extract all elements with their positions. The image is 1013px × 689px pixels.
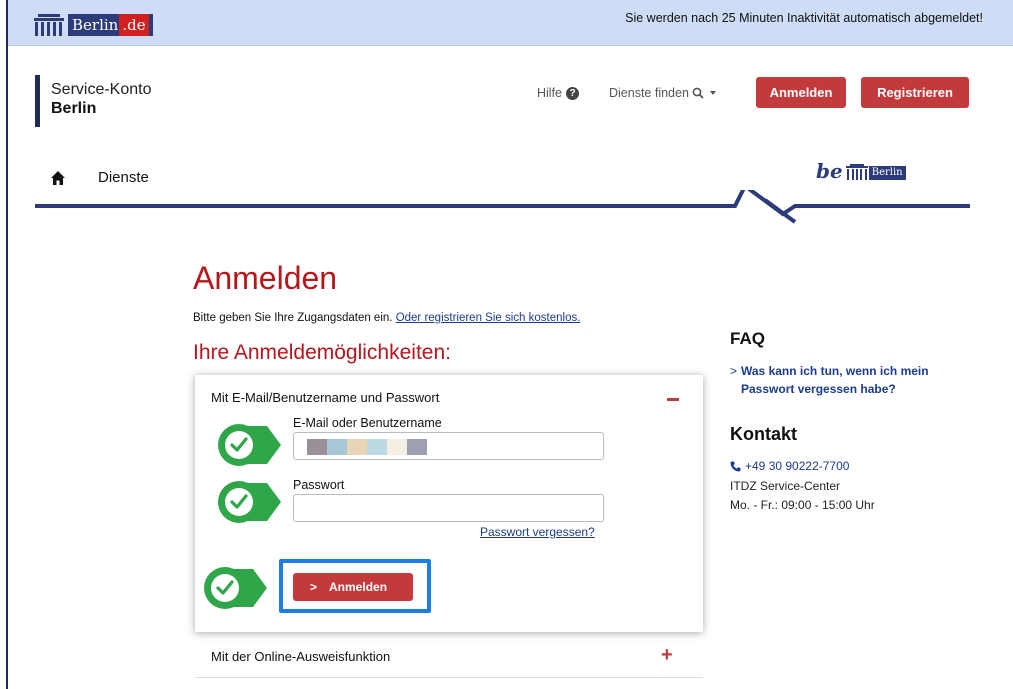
brandenburg-gate-icon — [34, 14, 64, 36]
check-callout-icon — [218, 481, 281, 523]
password-input[interactable] — [293, 494, 604, 522]
be-logo-text: be — [816, 159, 843, 183]
masked-char-block — [327, 439, 347, 455]
phone-icon — [730, 461, 741, 471]
nav-services[interactable]: Dienste — [98, 169, 149, 186]
faq-heading: FAQ — [730, 329, 765, 348]
ausweis-label: Mit der Online-Ausweisfunktion — [211, 649, 391, 664]
panel-title[interactable]: Mit E-Mail/Benutzername und Passwort — [211, 390, 439, 405]
brandenburg-gate-icon — [845, 164, 868, 180]
chevron-down-icon — [709, 91, 716, 95]
password-label: Passwort — [293, 478, 345, 492]
page-title: Anmelden — [193, 260, 338, 296]
frame-border — [6, 0, 8, 689]
top-bar: Berlin .de Sie werden nach 25 Minuten Ina… — [8, 0, 1013, 46]
be-logo-box: Berlin — [868, 166, 906, 180]
username-input[interactable] — [293, 432, 604, 460]
help-label: Hilfe — [537, 86, 563, 100]
ausweis-login-option[interactable]: Mit der Online-Ausweisfunktion + — [195, 632, 703, 678]
masked-char-block — [307, 439, 327, 455]
search-icon — [692, 87, 704, 99]
brand-line2: Berlin — [51, 100, 97, 117]
collapse-icon[interactable] — [667, 398, 679, 401]
chevron-right-icon: > — [310, 580, 318, 594]
berlin-de-logo[interactable]: Berlin .de — [32, 14, 153, 36]
be-berlin-logo: be Berlin — [816, 159, 906, 183]
contact-heading: Kontakt — [730, 424, 797, 444]
header-login-button[interactable]: Anmelden — [756, 77, 846, 108]
inactivity-notice: Sie werden nach 25 Minuten Inaktivität a… — [625, 11, 983, 25]
login-submit-button[interactable]: > Anmelden — [293, 573, 413, 601]
brand-line1: Service-Konto — [51, 81, 152, 98]
service-center: ITDZ Service-Center — [730, 479, 841, 493]
phone-number: +49 30 90222-7700 — [745, 459, 850, 473]
faq-link[interactable]: > Was kann ich tun, wenn ich mein Passwo… — [730, 362, 970, 398]
login-highlight: > Anmelden — [279, 559, 431, 613]
register-free-link[interactable]: Oder registrieren Sie sich kostenlos. — [396, 312, 581, 324]
forgot-password-link[interactable]: Passwort vergessen? — [480, 525, 595, 539]
phone-link[interactable]: +49 30 90222-7700 — [730, 459, 849, 473]
username-value-masked — [307, 439, 427, 455]
find-services-dropdown[interactable]: Dienste finden — [609, 86, 716, 100]
nav-divider — [35, 190, 970, 224]
service-konto-brand[interactable]: Service-Konto Berlin — [35, 75, 152, 127]
help-link[interactable]: Hilfe ? — [537, 86, 580, 100]
find-services-label: Dienste finden — [609, 86, 689, 100]
check-callout-icon — [218, 424, 281, 466]
logo-wordmark: Berlin .de — [68, 14, 153, 36]
intro-instruction: Bitte geben Sie Ihre Zugangsdaten ein. — [193, 312, 393, 324]
username-label: E-Mail oder Benutzername — [293, 416, 442, 430]
options-heading: Ihre Anmeldemöglichkeiten: — [193, 341, 451, 364]
masked-char-block — [367, 439, 387, 455]
login-submit-label: Anmelden — [329, 580, 388, 594]
masked-char-block — [407, 439, 427, 455]
expand-icon[interactable]: + — [661, 644, 673, 667]
chevron-right-icon: > — [730, 364, 738, 378]
masked-char-block — [347, 439, 367, 455]
opening-hours: Mo. - Fr.: 09:00 - 15:00 Uhr — [730, 498, 875, 512]
header-register-button[interactable]: Registrieren — [861, 77, 969, 108]
check-callout-icon — [204, 567, 267, 609]
masked-char-block — [387, 439, 407, 455]
faq-link-text: Was kann ich tun, wenn ich mein Passwort… — [741, 364, 929, 396]
question-icon: ? — [566, 86, 580, 100]
home-icon[interactable] — [51, 171, 65, 185]
intro-text: Bitte geben Sie Ihre Zugangsdaten ein. O… — [193, 312, 580, 324]
